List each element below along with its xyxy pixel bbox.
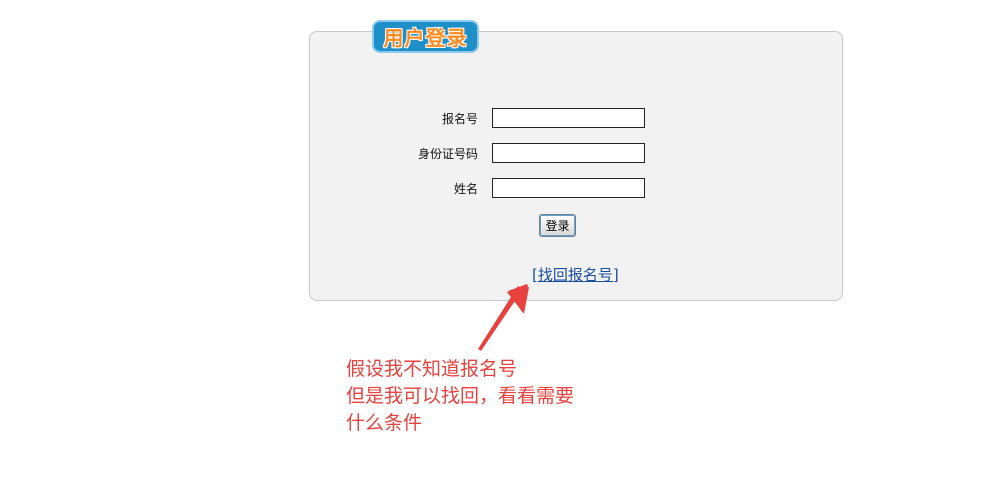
name-input[interactable] <box>492 178 645 198</box>
login-title: 用户登录 <box>383 26 468 50</box>
id-number-label: 身份证号码 <box>417 146 478 161</box>
annotation-line: 但是我可以找回，看看需要 <box>346 385 575 407</box>
form-row-registration-number: 报名号 <box>412 108 645 128</box>
page: 用户登录 报名号 身份证号码 姓名 登录 [找回报名号] 假设我不知道报名号 但… <box>0 0 1003 491</box>
login-button[interactable]: 登录 <box>539 214 576 237</box>
login-panel <box>309 31 843 301</box>
annotation-line: 假设我不知道报名号 <box>346 358 518 380</box>
registration-number-label: 报名号 <box>441 111 478 126</box>
form-row-id-number: 身份证号码 <box>412 143 645 163</box>
recover-registration-number-link[interactable]: [找回报名号] <box>532 264 619 285</box>
form-row-name: 姓名 <box>412 178 645 198</box>
annotation-line: 什么条件 <box>346 412 423 434</box>
name-label: 姓名 <box>453 181 478 196</box>
login-title-badge: 用户登录 <box>372 20 479 53</box>
annotation-note: 假设我不知道报名号 但是我可以找回，看看需要 什么条件 <box>346 356 574 437</box>
id-number-input[interactable] <box>492 143 645 163</box>
registration-number-input[interactable] <box>492 108 645 128</box>
